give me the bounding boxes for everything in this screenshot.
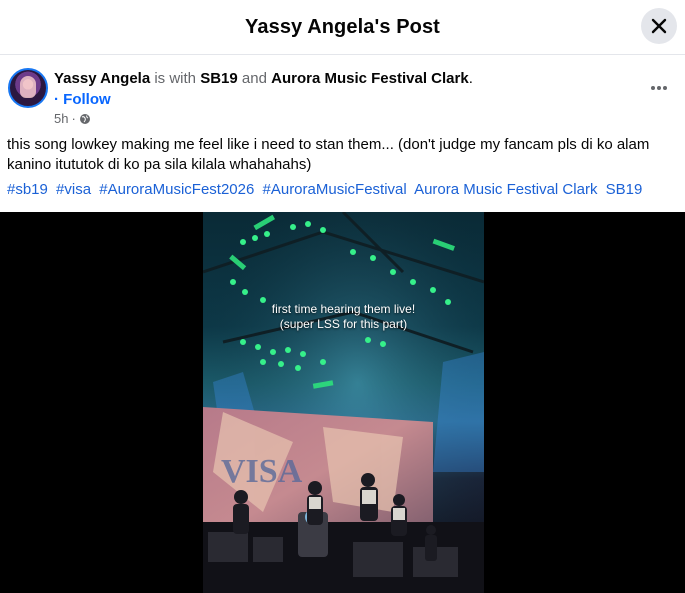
concert-scene: VISA [203,212,484,593]
avatar[interactable] [8,68,48,108]
overlay-line-2: (super LSS for this part) [279,317,408,331]
tag-sb19[interactable]: SB19 [606,181,643,198]
close-icon [651,18,667,34]
tagged-sb19[interactable]: SB19 [200,70,238,87]
media-container: VISA first time hearing them live! (supe… [0,212,685,593]
video-caption-overlay: first time hearing them live! (super LSS… [203,302,484,332]
hashtag-line: #sb19 #visa #AuroraMusicFest2026 #Aurora… [7,181,646,198]
author-name[interactable]: Yassy Angela [54,70,150,87]
timestamp[interactable]: 5h [54,111,68,126]
with-text: is with [154,70,197,87]
post-time[interactable]: 5h · [54,111,91,126]
post-header: Yassy Angela is with SB19 and Aurora Mus… [8,68,677,128]
overlay-line-1: first time hearing them live! [271,302,416,316]
follow-button[interactable]: · Follow [54,91,111,108]
period: . [468,70,473,87]
tag-aurora-clark[interactable]: Aurora Music Festival Clark [414,181,597,198]
and-text: and [241,70,267,87]
globe-icon [79,113,90,124]
screen-visa-text: VISA [221,453,303,490]
hashtag-visa[interactable]: #visa [56,181,91,198]
hashtag-sb19[interactable]: #sb19 [7,181,48,198]
hashtag-aurora-festival[interactable]: #AuroraMusicFestival [263,181,407,198]
dialog-title: Yassy Angela's Post [245,15,440,38]
video-player[interactable]: VISA first time hearing them live! (supe… [203,212,484,593]
post-attribution: Yassy Angela is with SB19 and Aurora Mus… [54,70,473,87]
dialog-header: Yassy Angela's Post [0,0,685,55]
more-icon [651,86,667,90]
post-caption: this song lowkey making me feel like i n… [7,136,650,173]
hashtag-aurora-2026[interactable]: #AuroraMusicFest2026 [99,181,254,198]
more-options-button[interactable] [647,76,671,100]
close-button[interactable] [641,8,677,44]
tagged-location[interactable]: Aurora Music Festival Clark [271,70,469,87]
